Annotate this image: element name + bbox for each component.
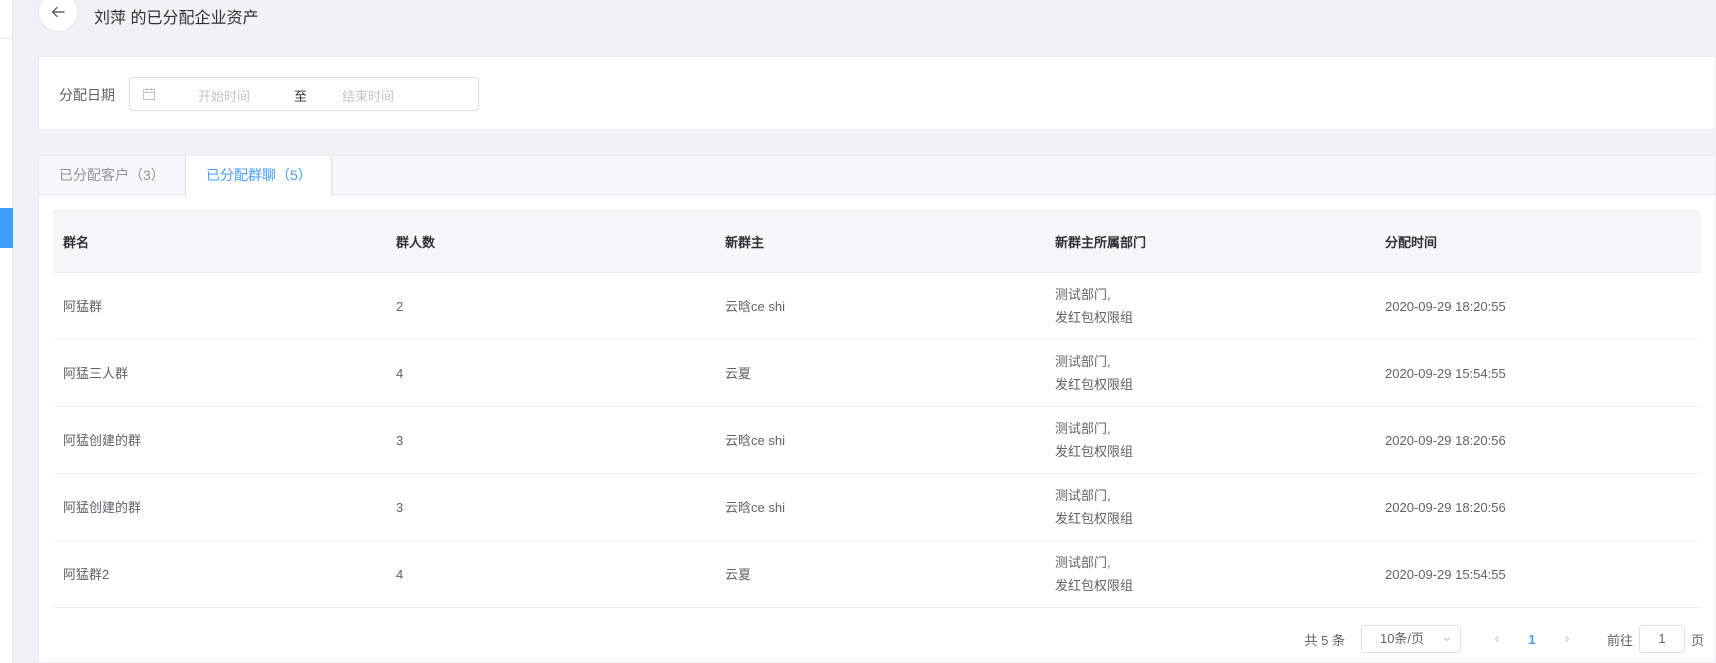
department-line: 测试部门, — [1055, 287, 1111, 302]
table-row[interactable]: 阿猛创建的群 3 云晗ce shi 测试部门, 发红包权限组 2020-09-2… — [53, 407, 1701, 474]
department-line: 测试部门, — [1055, 421, 1111, 436]
department-line: 发红包权限组 — [1055, 578, 1134, 593]
department-line: 发红包权限组 — [1055, 310, 1134, 325]
start-date-input[interactable]: 开始时间 — [198, 86, 250, 105]
goto-label: 前往 — [1606, 632, 1633, 648]
column-header-assign-time[interactable]: 分配时间 — [1375, 232, 1695, 251]
date-range-picker[interactable]: 开始时间 至 结束时间 — [129, 77, 479, 111]
cell-assign-time: 2020-09-29 18:20:56 — [1385, 499, 1506, 515]
cell-group-name: 阿猛创建的群 — [63, 499, 142, 515]
department-line: 测试部门, — [1055, 354, 1111, 369]
page-title: 刘萍 的已分配企业资产 — [94, 10, 259, 27]
cell-owner-department: 测试部门, 发红包权限组 — [1045, 350, 1375, 396]
cell-member-count: 3 — [396, 499, 404, 515]
arrow-left-icon — [51, 6, 65, 18]
pagination: 共 5 条 10条/页 1 前往 1 页 — [1304, 625, 1704, 653]
end-date-input[interactable]: 结束时间 — [342, 86, 394, 105]
next-page-button[interactable] — [1553, 625, 1581, 653]
department-line: 测试部门, — [1055, 488, 1111, 503]
goto-page-input[interactable]: 1 — [1638, 625, 1685, 653]
prev-page-button[interactable] — [1483, 625, 1511, 653]
page-size-value: 10条/页 — [1379, 631, 1425, 646]
table-row[interactable]: 阿猛三人群 4 云夏 测试部门, 发红包权限组 2020-09-29 15:54… — [53, 340, 1701, 407]
cell-new-owner: 云晗ce shi — [725, 499, 785, 515]
cell-member-count: 4 — [396, 566, 404, 582]
table-row[interactable]: 阿猛群2 4 云夏 测试部门, 发红包权限组 2020-09-29 15:54:… — [53, 541, 1701, 608]
cell-owner-department: 测试部门, 发红包权限组 — [1045, 283, 1375, 329]
department-line: 测试部门, — [1055, 555, 1111, 570]
sidebar-active-marker[interactable] — [0, 208, 13, 248]
cell-assign-time: 2020-09-29 18:20:56 — [1385, 432, 1506, 448]
left-sidebar — [0, 0, 13, 663]
cell-owner-department: 测试部门, 发红包权限组 — [1045, 484, 1375, 530]
cell-new-owner: 云晗ce shi — [725, 298, 785, 314]
column-header-group-name[interactable]: 群名 — [53, 232, 386, 251]
cell-group-name: 阿猛三人群 — [63, 365, 129, 381]
pagination-total: 共 5 条 — [1304, 632, 1345, 648]
cell-assign-time: 2020-09-29 15:54:55 — [1385, 365, 1506, 381]
filter-card: 分配日期 开始时间 至 结束时间 — [38, 56, 1716, 130]
cell-member-count: 2 — [396, 298, 404, 314]
chevron-left-icon — [1494, 635, 1499, 643]
cell-owner-department: 测试部门, 发红包权限组 — [1045, 417, 1375, 463]
cell-member-count: 4 — [396, 365, 404, 381]
calendar-icon — [143, 88, 155, 100]
content-card: 已分配客户（3） 已分配群聊（5） 群名 群人数 新群主 新群主所属部门 分配时… — [38, 155, 1716, 663]
page-number-current[interactable]: 1 — [1511, 632, 1553, 647]
department-line: 发红包权限组 — [1055, 444, 1134, 459]
chevron-down-icon — [1443, 637, 1451, 642]
page-size-select[interactable]: 10条/页 — [1360, 625, 1461, 653]
chevron-right-icon — [1565, 635, 1570, 643]
cell-new-owner: 云夏 — [725, 365, 752, 381]
cell-group-name: 阿猛群2 — [63, 566, 110, 582]
page-header: 刘萍 的已分配企业资产 — [38, 0, 1716, 40]
cell-new-owner: 云夏 — [725, 566, 752, 582]
column-header-new-owner[interactable]: 新群主 — [715, 232, 1045, 251]
cell-group-name: 阿猛创建的群 — [63, 432, 142, 448]
cell-owner-department: 测试部门, 发红包权限组 — [1045, 551, 1375, 597]
tab-assigned-groups[interactable]: 已分配群聊（5） — [185, 156, 332, 196]
cell-new-owner: 云晗ce shi — [725, 432, 785, 448]
groups-table: 群名 群人数 新群主 新群主所属部门 分配时间 阿猛群 2 云晗ce shi 测… — [53, 210, 1701, 608]
table-row[interactable]: 阿猛群 2 云晗ce shi 测试部门, 发红包权限组 2020-09-29 1… — [53, 273, 1701, 340]
department-line: 发红包权限组 — [1055, 377, 1134, 392]
department-line: 发红包权限组 — [1055, 511, 1134, 526]
date-range-separator: 至 — [294, 89, 308, 104]
page-content: 刘萍 的已分配企业资产 分配日期 开始时间 至 结束时间 已分配客户（3） 已分… — [38, 0, 1716, 663]
back-button[interactable] — [38, 0, 78, 32]
sidebar-divider — [0, 38, 13, 39]
tabs-bar: 已分配客户（3） 已分配群聊（5） — [39, 156, 1715, 196]
column-header-member-count[interactable]: 群人数 — [386, 232, 715, 251]
filter-label: 分配日期 — [59, 87, 115, 103]
column-header-owner-department[interactable]: 新群主所属部门 — [1045, 232, 1375, 251]
cell-assign-time: 2020-09-29 15:54:55 — [1385, 566, 1506, 582]
cell-assign-time: 2020-09-29 18:20:55 — [1385, 298, 1506, 314]
table-row[interactable]: 阿猛创建的群 3 云晗ce shi 测试部门, 发红包权限组 2020-09-2… — [53, 474, 1701, 541]
table-header: 群名 群人数 新群主 新群主所属部门 分配时间 — [53, 210, 1701, 273]
page-suffix: 页 — [1690, 632, 1704, 648]
cell-member-count: 3 — [396, 432, 404, 448]
tab-assigned-customers[interactable]: 已分配客户（3） — [39, 156, 186, 196]
cell-group-name: 阿猛群 — [63, 298, 103, 314]
